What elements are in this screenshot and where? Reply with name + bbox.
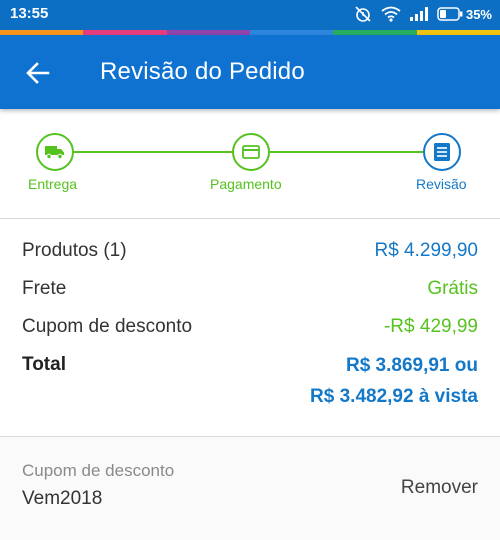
shipping-value: Grátis <box>427 278 478 299</box>
signal-icon <box>409 7 428 21</box>
shipping-label: Frete <box>22 278 67 299</box>
divider <box>0 218 500 219</box>
truck-icon <box>45 146 64 160</box>
page-title: Revisão do Pedido <box>100 58 305 85</box>
remove-coupon-button[interactable]: Remover <box>401 477 478 499</box>
list-icon <box>434 143 450 161</box>
order-summary: Produtos (1) R$ 4.299,90 Frete Grátis Cu… <box>22 240 478 414</box>
step-entrega[interactable] <box>36 133 74 171</box>
coupon-label: Cupom de desconto <box>22 461 175 480</box>
total-values: R$ 3.869,91 ou R$ 3.482,92 à vista <box>310 350 478 412</box>
summary-row-products: Produtos (1) R$ 4.299,90 <box>22 240 478 278</box>
coupon-discount-label: Cupom de desconto <box>22 316 193 337</box>
battery-icon <box>437 7 463 21</box>
coupon-section: Cupom de desconto Vem2018 Remover <box>0 437 500 540</box>
products-value: R$ 4.299,90 <box>374 240 478 261</box>
step-pagamento[interactable] <box>232 133 270 171</box>
app-bar: Revisão do Pedido <box>0 35 500 109</box>
status-icons: 35% <box>354 5 492 23</box>
status-bar: 13:55 35% <box>0 0 500 30</box>
step-connector <box>74 151 232 153</box>
total-cash-value: R$ 3.482,92 à vista <box>310 386 478 407</box>
products-label: Produtos (1) <box>22 240 127 261</box>
step-label-entrega: Entrega <box>28 176 78 192</box>
battery-percent: 35% <box>465 6 492 22</box>
step-revisao[interactable] <box>423 133 461 171</box>
credit-card-icon <box>242 145 260 159</box>
step-label-pagamento: Pagamento <box>210 176 282 192</box>
summary-row-shipping: Frete Grátis <box>22 278 478 316</box>
summary-row-coupon: Cupom de desconto -R$ 429,99 <box>22 316 478 354</box>
alarm-off-icon <box>354 5 372 23</box>
total-value: R$ 3.869,91 ou <box>345 355 478 376</box>
wifi-icon <box>381 6 401 22</box>
back-button[interactable] <box>22 57 54 89</box>
battery-indicator: 35% <box>437 7 492 22</box>
arrow-left-icon <box>26 62 50 84</box>
summary-row-total: Total R$ 3.869,91 ou R$ 3.482,92 à vista <box>22 354 478 414</box>
coupon-code: Vem2018 <box>22 488 103 509</box>
checkout-stepper: Entrega Pagamento Revisão <box>0 128 500 200</box>
step-connector <box>270 151 423 153</box>
coupon-discount-value: -R$ 429,99 <box>383 316 478 337</box>
step-label-revisao: Revisão <box>416 176 467 192</box>
total-label: Total <box>22 354 66 375</box>
status-time: 13:55 <box>10 5 49 22</box>
